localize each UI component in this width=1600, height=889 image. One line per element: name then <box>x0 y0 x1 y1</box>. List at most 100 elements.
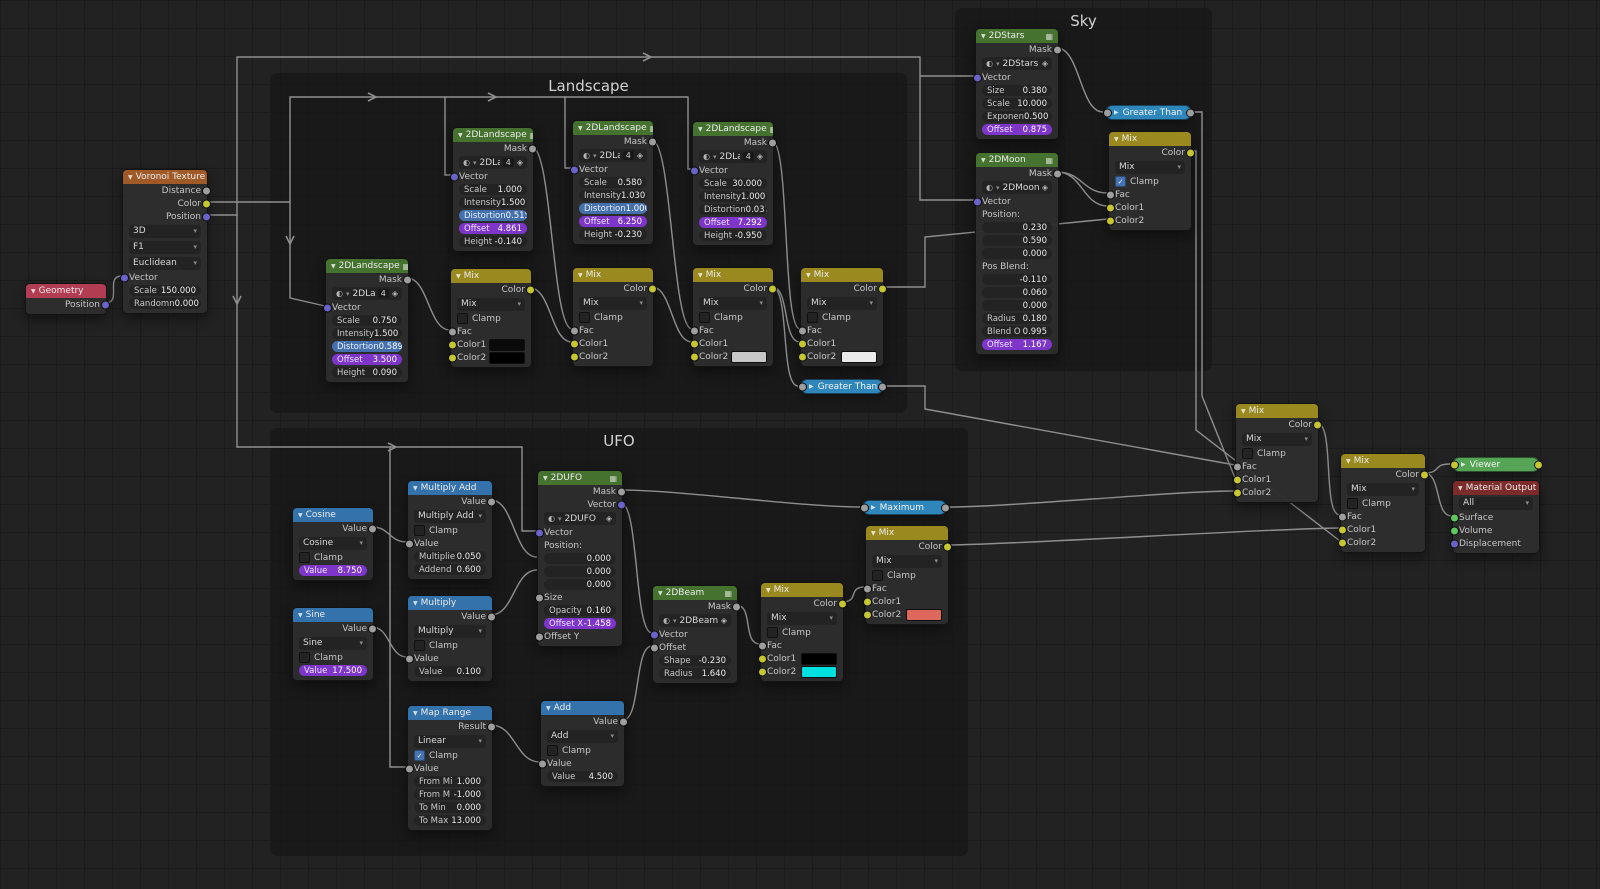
select-cosine[interactable]: Cosine ▾ <box>299 536 367 550</box>
socket-input-offset[interactable] <box>649 643 659 652</box>
datablock-selector[interactable]: ◐▾2DLa4◈ <box>579 149 647 162</box>
socket-output-color[interactable] <box>1185 148 1195 157</box>
field-addend[interactable]: Addend 0.600 <box>414 564 486 575</box>
field-scale[interactable]: Scale 1.000 <box>459 184 527 195</box>
socket-input[interactable] <box>1102 108 1112 117</box>
socket-input-fac[interactable] <box>1337 512 1347 521</box>
field-intensity[interactable]: Intensity 1.030 <box>579 190 647 201</box>
field-opacity[interactable]: Opacity 0.160 <box>544 605 616 616</box>
socket-input-color2[interactable] <box>757 667 767 676</box>
socket-output-color[interactable] <box>767 284 777 293</box>
node-header[interactable]: ▼ Map Range <box>408 706 492 720</box>
socket-input-color2[interactable] <box>1105 216 1115 225</box>
field-from-m[interactable]: From M -1.000 <box>414 789 486 800</box>
checkbox-clamp[interactable]: ✓ <box>1115 176 1126 187</box>
vector-component-field[interactable]: 0.000 <box>544 553 616 564</box>
node-cosine[interactable]: ▼ Cosine Value Cosine ▾ Clamp Value 8.750 <box>292 507 377 581</box>
socket-input-fac[interactable] <box>797 326 807 335</box>
socket-input-color2[interactable] <box>569 352 579 361</box>
node-header[interactable]: ▼2DLandscape▦ <box>453 128 533 142</box>
socket-input-displacement[interactable] <box>1449 539 1459 548</box>
socket-input-value[interactable] <box>404 654 414 663</box>
socket-input-color1[interactable] <box>1337 525 1347 534</box>
socket-input-color1[interactable] <box>447 340 457 349</box>
node-header[interactable]: ▼2DLandscape▦ <box>573 121 653 135</box>
node-2dstars[interactable]: ▼ 2DStars ▦ Mask ◐ ▾ 2DStars ◈ Vector Size 0.380 Sc… <box>972 28 1062 140</box>
field-from-mi[interactable]: From Mi 1.000 <box>414 776 486 787</box>
field-intensity[interactable]: Intensity 1.500 <box>332 328 402 339</box>
node-add[interactable]: ▼ Add Value Add ▾ Clamp Value Value 4.500 <box>537 700 628 787</box>
socket-input-vector[interactable] <box>972 197 982 206</box>
vector-component-field[interactable]: -0.110 <box>982 274 1052 285</box>
field-value[interactable]: Value 17.500 <box>299 665 367 676</box>
datablock-selector[interactable]: ◐▾2DLa4◈ <box>332 287 402 300</box>
color-swatch-color2[interactable] <box>731 350 767 363</box>
socket-input-color2[interactable] <box>862 610 872 619</box>
field-scale[interactable]: Scale 0.750 <box>332 315 402 326</box>
node-header[interactable]: ▼ Mix <box>1109 132 1191 146</box>
socket-output-color[interactable] <box>1312 420 1322 429</box>
socket-input[interactable] <box>859 503 869 512</box>
socket-output-mask[interactable] <box>647 137 657 146</box>
field-intensity[interactable]: Intensity 1.500 <box>459 197 527 208</box>
socket-input-color1[interactable] <box>1105 203 1115 212</box>
field-blend-o[interactable]: Blend O 0.995 <box>982 326 1052 337</box>
socket-output-position[interactable] <box>201 212 211 221</box>
field-offset[interactable]: Offset 6.250 <box>579 216 647 227</box>
socket-input-value[interactable] <box>404 764 414 773</box>
socket-input-color2[interactable] <box>447 353 457 362</box>
node-header[interactable]: ▼ Mix <box>801 268 883 282</box>
node-mix[interactable]: ▼ Mix Color Mix ▾ Clamp Fac Color1 Color2 <box>862 525 952 625</box>
node-header[interactable]: ▼ Mix <box>866 526 948 540</box>
node-mix[interactable]: ▼ Mix Color Mix ▾ Clamp Fac Color1 Color2 <box>757 582 847 682</box>
socket-output-color[interactable] <box>837 599 847 608</box>
select-mix[interactable]: Mix ▾ <box>807 296 877 310</box>
socket-input-color2[interactable] <box>689 352 699 361</box>
node-2dlandscape[interactable]: ▼2DLandscape▦Mask ◐▾2DLa4◈ Vector Scale 1.00… <box>449 127 537 252</box>
field-exponen[interactable]: Exponen 0.500 <box>982 111 1052 122</box>
field-radius[interactable]: Radius 0.180 <box>982 313 1052 324</box>
socket-input-vector[interactable] <box>649 630 659 639</box>
socket-output[interactable] <box>1533 460 1543 469</box>
node-2dlandscape[interactable]: ▼2DLandscape▦Mask ◐▾2DLa4◈ Vector Scale 0.58… <box>569 120 657 245</box>
socket-output-mask[interactable] <box>767 138 777 147</box>
checkbox-clamp[interactable] <box>579 312 590 323</box>
socket-output-distance[interactable] <box>201 186 211 195</box>
socket-input-vector[interactable] <box>569 165 579 174</box>
node-multiply[interactable]: ▼ Multiply Value Multiply ▾ Clamp Value Value 0.… <box>404 595 496 682</box>
checkbox-clamp[interactable] <box>547 745 558 756</box>
socket-output-value[interactable] <box>367 624 377 633</box>
socket-input-color1[interactable] <box>757 654 767 663</box>
vector-component-field[interactable]: 0.230 <box>982 222 1052 233</box>
select-mix[interactable]: Mix ▾ <box>579 296 647 310</box>
socket-input-color2[interactable] <box>797 352 807 361</box>
socket-output-mask[interactable] <box>731 602 741 611</box>
vector-component-field[interactable]: 0.000 <box>982 248 1052 259</box>
socket-output-result[interactable] <box>486 722 496 731</box>
socket-input[interactable] <box>1449 460 1459 469</box>
node-header[interactable]: ▼ Mix <box>573 268 653 282</box>
node-header[interactable]: ▼ 2DStars ▦ <box>976 29 1058 43</box>
socket-input-color1[interactable] <box>569 339 579 348</box>
vector-component-field[interactable]: 0.000 <box>982 300 1052 311</box>
node-header[interactable]: ▼ Mix <box>761 583 843 597</box>
node-multiply-add[interactable]: ▼ Multiply Add Value Multiply Add ▾ Clamp Valu… <box>404 480 496 580</box>
socket-output-color[interactable] <box>877 284 887 293</box>
field-value[interactable]: Value 0.100 <box>414 666 486 677</box>
datablock-selector[interactable]: ◐ ▾ 2DMoon ◈ <box>982 181 1052 194</box>
socket-input-value[interactable] <box>404 539 414 548</box>
field-offset[interactable]: Offset 0.875 <box>982 124 1052 135</box>
socket-output-mask[interactable] <box>527 144 537 153</box>
socket-input-volume[interactable] <box>1449 526 1459 535</box>
select-mix[interactable]: Mix ▾ <box>767 611 837 625</box>
node-header[interactable]: ▼ Add <box>541 701 624 715</box>
datablock-selector[interactable]: ◐ ▾ 2DUFO ◈ <box>544 512 616 525</box>
node-2dmoon[interactable]: ▼ 2DMoon ▦ Mask ◐ ▾ 2DMoon ◈ Vector Position: 0.23… <box>972 152 1062 355</box>
socket-input-fac[interactable] <box>689 326 699 335</box>
socket-output-value[interactable] <box>486 612 496 621</box>
socket-input-fac[interactable] <box>862 584 872 593</box>
socket-input-vector[interactable] <box>534 528 544 537</box>
node-header[interactable]: ▼ Mix <box>1341 454 1425 468</box>
node-material-output[interactable]: ▼ Material Output All ▾ Surface Volume Displac… <box>1449 480 1540 554</box>
select-3d[interactable]: 3D ▾ <box>129 224 201 238</box>
